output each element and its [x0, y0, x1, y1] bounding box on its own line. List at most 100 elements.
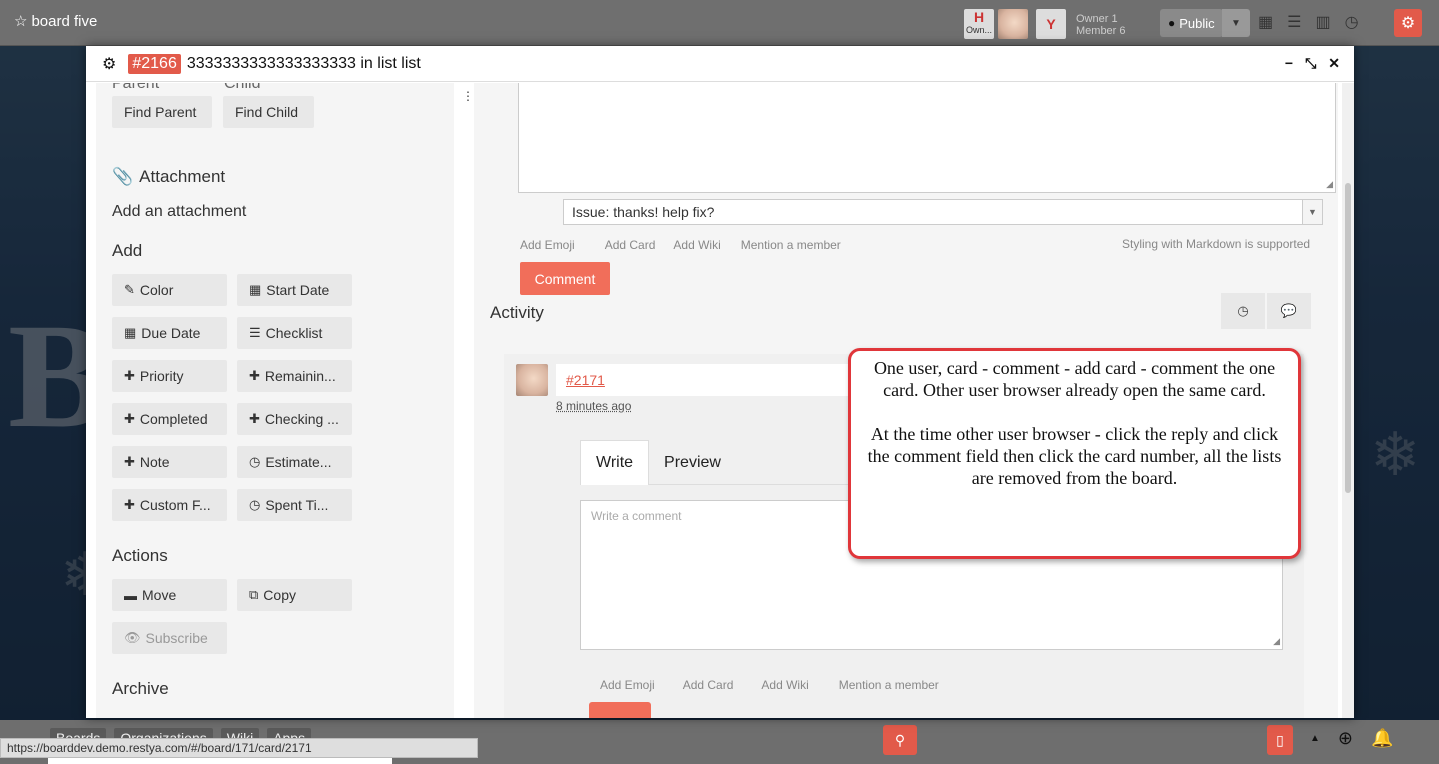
subscribe-button[interactable]: 👁 Subscribe — [112, 622, 227, 654]
plus-icon: ✚ — [124, 368, 135, 383]
move-button[interactable]: ▬ Move — [112, 579, 227, 611]
add-card-link[interactable]: Add Card — [605, 238, 656, 252]
caret-down-icon[interactable]: ▼ — [1302, 200, 1322, 224]
resize-grip-icon[interactable]: ◢ — [1326, 179, 1333, 190]
modal-controls: − ⤡ ✕ — [1285, 55, 1340, 72]
activity-heading: Activity — [490, 303, 544, 322]
card-title[interactable]: 3333333333333333333 in list list — [187, 55, 421, 73]
add-emoji-link[interactable]: Add Emoji — [520, 238, 575, 252]
child-label: Child — [224, 83, 261, 92]
callout-text-2: At the time other user browser - click t… — [867, 424, 1282, 488]
plus-icon: ✚ — [124, 497, 135, 512]
activity-card-link[interactable]: #2171 — [566, 372, 605, 388]
tab-preview[interactable]: Preview — [649, 440, 736, 485]
gear-icon[interactable]: ⚙ — [102, 54, 116, 74]
remaining-button[interactable]: ✚ Remainin... — [237, 360, 352, 392]
eye-slash-icon: 👁 — [124, 630, 141, 645]
gear-icon: ⚙ — [1400, 15, 1416, 32]
find-parent-button[interactable]: Find Parent — [112, 96, 212, 128]
comment-button[interactable]: Comment — [520, 262, 610, 295]
board-title[interactable]: ☆ board five — [14, 12, 98, 31]
reply-comment-button[interactable] — [589, 702, 651, 718]
avatar[interactable] — [516, 364, 548, 396]
scrollbar-thumb[interactable] — [1345, 183, 1351, 493]
board-settings-button[interactable]: ⚙ — [1394, 9, 1422, 37]
mention-link[interactable]: Mention a member — [839, 678, 939, 692]
add-wiki-link[interactable]: Add Wiki — [761, 678, 808, 692]
board-header: ☆ board five H Own... Y Owner 1 Member 6… — [0, 0, 1439, 46]
note-button[interactable]: ✚ Note — [112, 446, 227, 478]
close-icon[interactable]: ✕ — [1328, 55, 1340, 72]
calendar-icon: ▦ — [249, 282, 262, 297]
card-number[interactable]: #2166 — [128, 53, 181, 74]
custom-field-button[interactable]: ✚ Custom F... — [112, 489, 227, 521]
grid-icon[interactable]: ▦ — [1258, 12, 1273, 32]
comment-toolbar: Add Emoji Add Card Add Wiki Mention a me… — [520, 238, 871, 252]
due-date-button[interactable]: ▦ Due Date — [112, 317, 227, 349]
copy-button[interactable]: ⧉ Copy — [237, 579, 352, 611]
mobile-button[interactable]: ▯ — [1267, 725, 1293, 755]
caret-up-icon[interactable]: ▲ — [1310, 733, 1320, 744]
calendar-icon: ▦ — [124, 325, 137, 340]
resize-grip-icon[interactable]: ◢ — [1273, 636, 1280, 647]
find-child-button[interactable]: Find Child — [223, 96, 314, 128]
activity-time[interactable]: 8 minutes ago — [556, 399, 631, 413]
visibility-button[interactable]: ● Public — [1160, 9, 1223, 37]
view-switcher: ▦ ☰ ▥ ◷ — [1258, 12, 1359, 32]
scrollbar[interactable] — [1342, 83, 1354, 718]
checking-button[interactable]: ✚ Checking ... — [237, 403, 352, 435]
clock-icon: ◷ — [249, 497, 261, 512]
avatar[interactable] — [998, 9, 1028, 39]
start-date-button[interactable]: ▦ Start Date — [237, 274, 352, 306]
footer-right-icons: ▲ ⊕ 🔔 — [1310, 728, 1393, 749]
completed-button[interactable]: ✚ Completed — [112, 403, 227, 435]
archive-heading: Archive — [112, 679, 169, 698]
paperclip-icon: 📎 — [112, 167, 134, 186]
comments-filter-button[interactable]: 💬 — [1267, 293, 1311, 329]
folder-icon: ▬ — [124, 587, 137, 603]
clock-icon: ◷ — [1237, 303, 1249, 318]
pane-splitter[interactable]: ⋮ — [462, 83, 474, 718]
member-avatars: H Own... Y — [964, 9, 1066, 39]
tab-write[interactable]: Write — [580, 440, 650, 485]
mention-link[interactable]: Mention a member — [741, 238, 841, 252]
actions-heading: Actions — [112, 546, 168, 565]
add-emoji-link[interactable]: Add Emoji — [600, 678, 655, 692]
member-count[interactable]: Owner 1 Member 6 — [1076, 13, 1126, 37]
caret-down-icon: ▼ — [1231, 17, 1241, 29]
search-button[interactable]: ⚲ — [883, 725, 917, 755]
markdown-note: Styling with Markdown is supported — [1122, 237, 1311, 251]
board-title-text: board five — [31, 12, 98, 30]
estimate-button[interactable]: ◷ Estimate... — [237, 446, 352, 478]
status-strip — [48, 758, 392, 764]
search-icon: ⚲ — [894, 731, 906, 748]
plus-icon: ✚ — [249, 368, 260, 383]
calendar-icon[interactable]: ▥ — [1315, 12, 1330, 32]
add-wiki-link[interactable]: Add Wiki — [673, 238, 720, 252]
activity-filter-button[interactable]: ◷ — [1221, 293, 1265, 329]
minimize-icon[interactable]: − — [1285, 55, 1293, 72]
priority-button[interactable]: ✚ Priority — [112, 360, 227, 392]
template-select[interactable]: Issue: thanks! help fix? ▼ — [563, 199, 1323, 225]
add-icon[interactable]: ⊕ — [1338, 728, 1353, 749]
add-heading: Add — [112, 241, 143, 260]
card-sidebar: Parent Child Find Parent Find Child 📎 At… — [96, 83, 454, 718]
list-icon[interactable]: ☰ — [1287, 12, 1301, 32]
color-button[interactable]: ✎ Color — [112, 274, 227, 306]
visibility-dropdown[interactable]: ▼ — [1222, 9, 1250, 37]
plus-icon: ✚ — [124, 411, 135, 426]
add-attachment-link[interactable]: Add an attachment — [112, 203, 246, 221]
star-icon[interactable]: ☆ — [14, 12, 27, 30]
description-textarea[interactable]: ◢ — [518, 83, 1336, 193]
plus-icon: ✚ — [124, 454, 135, 469]
collapse-icon[interactable]: ⤡ — [1305, 55, 1316, 72]
avatar[interactable]: Y — [1036, 9, 1066, 39]
checklist-button[interactable]: ☰ Checklist — [237, 317, 352, 349]
dot-icon: ● — [1168, 16, 1176, 30]
status-bar-url: https://boarddev.demo.restya.com/#/board… — [0, 738, 478, 758]
spent-time-button[interactable]: ◷ Spent Ti... — [237, 489, 352, 521]
clock-icon[interactable]: ◷ — [1345, 12, 1359, 32]
bell-icon[interactable]: 🔔 — [1371, 728, 1393, 749]
avatar[interactable]: H Own... — [964, 9, 994, 39]
add-card-link[interactable]: Add Card — [683, 678, 734, 692]
